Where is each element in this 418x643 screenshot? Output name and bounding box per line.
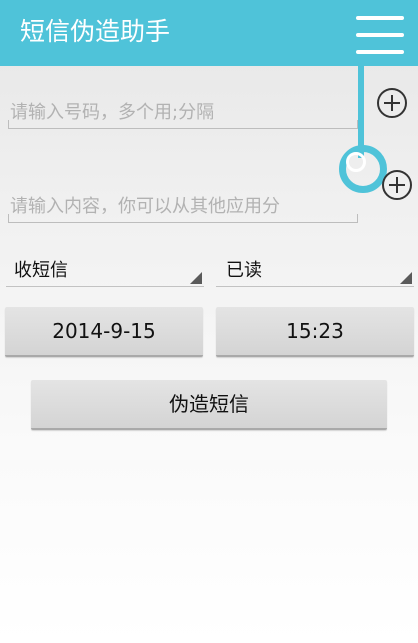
- number-input-placeholder: 请输入号码，多个用;分隔: [10, 102, 215, 123]
- message-type-spinner[interactable]: 收短信: [6, 250, 204, 287]
- app-title: 短信伪造助手: [20, 17, 171, 46]
- title-bar: 短信伪造助手: [0, 0, 418, 66]
- add-content-icon[interactable]: [382, 170, 412, 200]
- menu-line: [356, 50, 404, 54]
- content-input[interactable]: 请输入内容，你可以从其他应用分: [8, 190, 358, 223]
- dropdown-triangle-icon: [400, 272, 412, 284]
- drawer-handle-inner: [346, 152, 366, 172]
- plus-vertical: [396, 177, 398, 193]
- read-status-value: 已读: [226, 260, 262, 281]
- add-contact-icon[interactable]: [377, 88, 407, 118]
- menu-icon[interactable]: [354, 10, 408, 60]
- menu-line: [356, 16, 404, 20]
- dropdown-triangle-icon: [190, 272, 202, 284]
- message-type-value: 收短信: [14, 260, 68, 281]
- content-input-placeholder: 请输入内容，你可以从其他应用分: [10, 196, 280, 217]
- time-button[interactable]: 15:23: [216, 307, 414, 357]
- number-input[interactable]: 请输入号码，多个用;分隔: [8, 96, 358, 129]
- read-status-spinner[interactable]: 已读: [216, 250, 414, 287]
- date-button[interactable]: 2014-9-15: [5, 307, 203, 357]
- forge-sms-button[interactable]: 伪造短信: [31, 380, 387, 430]
- menu-line: [356, 33, 404, 37]
- plus-vertical: [391, 95, 393, 111]
